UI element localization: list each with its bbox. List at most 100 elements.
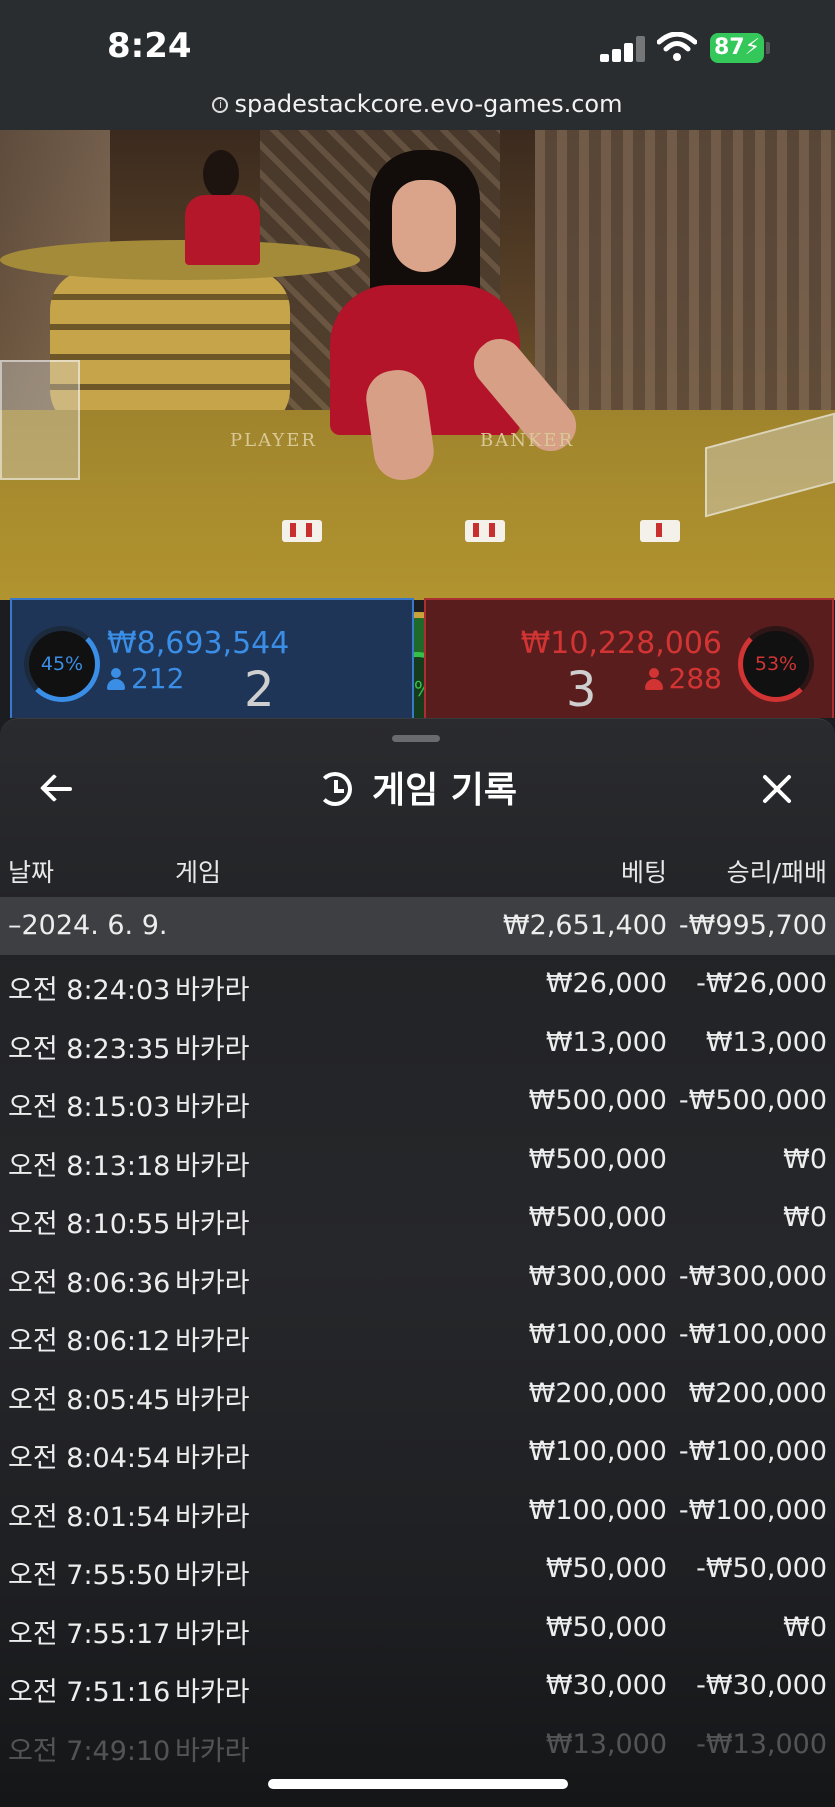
url-bar[interactable]: i spadestackcore.evo-games.com [0, 86, 835, 130]
row-game: 바카라 [175, 1326, 250, 1357]
history-row[interactable]: 오전 8:10:55 바카라 ₩500,000 ₩0 [0, 1189, 835, 1247]
row-time: 오전 7:49:10 [8, 1735, 171, 1767]
row-time: 오전 8:23:35 [8, 1033, 171, 1065]
banker-percent-ring: 53% [738, 626, 814, 702]
row-bet: ₩200,000 [528, 1377, 667, 1409]
banker-bettor-count: 288 [644, 662, 722, 695]
cellular-signal-icon [600, 36, 646, 62]
row-bet: ₩300,000 [528, 1260, 667, 1292]
row-bet: ₩100,000 [528, 1436, 667, 1467]
row-game: 바카라 [175, 1618, 250, 1650]
banker-bet-area[interactable]: 3 ₩10,228,006 288 53% [424, 598, 834, 718]
day-date: –2024. 6. 9. [8, 910, 168, 941]
day-summary-row[interactable]: –2024. 6. 9. ₩2,651,400 -₩995,700 [0, 897, 835, 955]
sheet-title: 게임 기록 [0, 761, 835, 813]
column-bet: 베팅 [620, 858, 667, 887]
discard-tray [0, 360, 80, 480]
back-arrow-icon[interactable] [36, 767, 80, 811]
banker-card [465, 520, 505, 542]
player-total-bet: ₩8,693,544 [107, 626, 290, 661]
row-result: -₩26,000 [696, 968, 827, 999]
day-win-total: -₩995,700 [678, 910, 827, 941]
row-time: 오전 8:15:03 [8, 1092, 171, 1123]
row-bet: ₩50,000 [545, 1611, 667, 1643]
battery-icon: 87⚡ [710, 33, 764, 63]
row-time: 오전 8:04:54 [8, 1443, 171, 1474]
drag-handle[interactable] [392, 735, 440, 742]
row-bet: ₩100,000 [528, 1319, 667, 1350]
row-result: ₩0 [783, 1202, 827, 1233]
player-bet-area[interactable]: 45% ₩8,693,544 212 2 [10, 598, 414, 718]
history-row[interactable]: 오전 7:49:10 바카라 ₩13,000 -₩13,000 [0, 1716, 835, 1774]
column-win-loss: 승리/패배 [726, 858, 827, 887]
row-result: -₩100,000 [678, 1494, 827, 1526]
row-game: 바카라 [175, 1267, 250, 1299]
wifi-icon [657, 32, 697, 61]
history-row[interactable]: 오전 8:23:35 바카라 ₩13,000 ₩13,000 [0, 1014, 835, 1072]
row-result: ₩200,000 [688, 1377, 827, 1409]
row-bet: ₩13,000 [545, 1728, 667, 1760]
row-time: 오전 8:10:55 [8, 1209, 171, 1240]
row-result: -₩13,000 [696, 1728, 827, 1760]
history-row[interactable]: 오전 8:01:54 바카라 ₩100,000 -₩100,000 [0, 1482, 835, 1540]
clock: 8:24 [107, 26, 192, 66]
row-game: 바카라 [175, 1677, 250, 1708]
row-game: 바카라 [175, 1092, 250, 1123]
row-bet: ₩100,000 [528, 1494, 667, 1526]
person-icon [644, 668, 663, 690]
row-bet: ₩500,000 [528, 1143, 667, 1175]
row-time: 오전 8:06:12 [8, 1326, 171, 1357]
history-row[interactable]: 오전 8:13:18 바카라 ₩500,000 ₩0 [0, 1131, 835, 1189]
history-row[interactable]: 오전 8:15:03 바카라 ₩500,000 -₩500,000 [0, 1072, 835, 1130]
row-result: -₩100,000 [678, 1436, 827, 1467]
row-game: 바카라 [175, 1384, 250, 1416]
battery-tip [766, 42, 770, 54]
row-result: ₩13,000 [705, 1026, 827, 1058]
row-result: -₩300,000 [678, 1260, 827, 1292]
row-time: 오전 8:24:03 [8, 975, 171, 1006]
row-game: 바카라 [175, 1501, 250, 1533]
battery-level: 87 [714, 35, 745, 60]
row-game: 바카라 [175, 1150, 250, 1182]
history-row[interactable]: 오전 8:05:45 바카라 ₩200,000 ₩200,000 [0, 1365, 835, 1423]
player-score: 2 [244, 662, 275, 718]
row-bet: ₩26,000 [545, 968, 667, 999]
url-text: spadestackcore.evo-games.com [234, 90, 623, 118]
game-history-sheet: 게임 기록 날짜 게임 베팅 승리/패배 –2024. 6. 9. ₩2,651… [0, 718, 835, 1807]
player-bettor-count: 212 [107, 662, 184, 695]
history-row[interactable]: 오전 8:06:36 바카라 ₩300,000 -₩300,000 [0, 1248, 835, 1306]
player-card [282, 520, 322, 542]
row-bet: ₩500,000 [528, 1085, 667, 1116]
row-game: 바카라 [175, 975, 250, 1006]
row-time: 오전 8:13:18 [8, 1150, 171, 1182]
live-video-stream: PLAYER BANKER [0, 130, 835, 600]
history-row[interactable]: 오전 7:51:16 바카라 ₩30,000 -₩30,000 [0, 1657, 835, 1715]
row-result: ₩0 [783, 1143, 827, 1175]
history-row[interactable]: 오전 8:04:54 바카라 ₩100,000 -₩100,000 [0, 1423, 835, 1481]
row-bet: ₩13,000 [545, 1026, 667, 1058]
history-row[interactable]: 오전 7:55:50 바카라 ₩50,000 -₩50,000 [0, 1540, 835, 1598]
row-bet: ₩50,000 [545, 1553, 667, 1584]
history-row[interactable]: 오전 7:55:17 바카라 ₩50,000 ₩0 [0, 1599, 835, 1657]
day-bet-total: ₩2,651,400 [502, 910, 667, 941]
row-game: 바카라 [175, 1735, 250, 1767]
history-row[interactable]: 오전 8:06:12 바카라 ₩100,000 -₩100,000 [0, 1306, 835, 1364]
row-result: -₩30,000 [696, 1670, 827, 1701]
row-time: 오전 7:51:16 [8, 1677, 171, 1708]
banker-score: 3 [566, 662, 597, 718]
person-icon [107, 668, 125, 690]
info-icon: i [212, 97, 229, 113]
row-time: 오전 7:55:50 [8, 1560, 171, 1591]
row-result: -₩500,000 [678, 1085, 827, 1116]
row-time: 오전 7:55:17 [8, 1618, 171, 1650]
close-icon[interactable] [756, 767, 800, 811]
player-percent-ring: 45% [24, 626, 100, 702]
row-bet: ₩30,000 [545, 1670, 667, 1701]
history-icon [317, 772, 352, 806]
row-game: 바카라 [175, 1033, 250, 1065]
row-time: 오전 8:05:45 [8, 1384, 171, 1416]
background-table [50, 270, 290, 430]
history-row[interactable]: 오전 8:24:03 바카라 ₩26,000 -₩26,000 [0, 955, 835, 1013]
row-result: ₩0 [783, 1611, 827, 1643]
row-game: 바카라 [175, 1443, 250, 1474]
